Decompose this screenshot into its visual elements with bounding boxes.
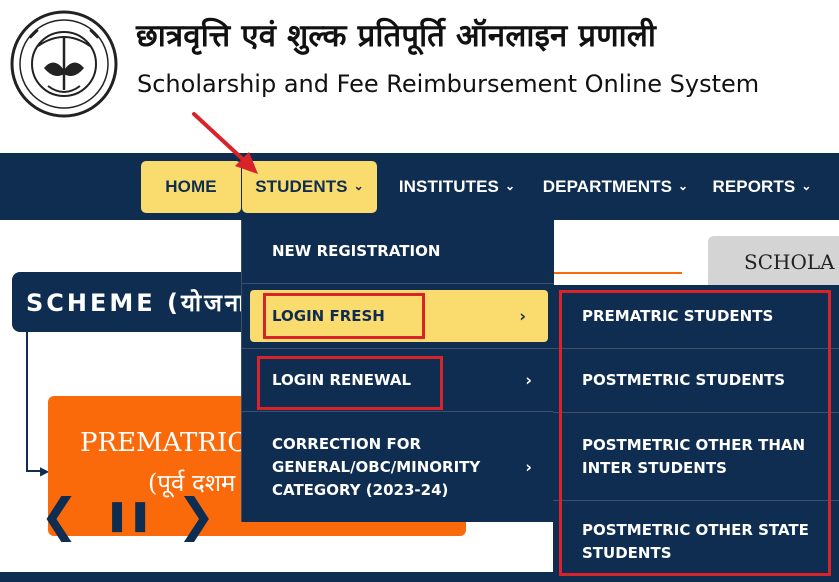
- menu-item-login-fresh[interactable]: LOGIN FRESH ›: [250, 290, 548, 342]
- main-navbar: HOME STUDENTS ⌄ INSTITUTES ⌄ DEPARTMENTS ⌄ …: [0, 153, 839, 220]
- chevron-right-icon: ›: [525, 370, 532, 390]
- menu-item-label: LOGIN RENEWAL: [272, 370, 412, 389]
- chevron-right-icon: ›: [525, 457, 532, 477]
- nav-students-label: STUDENTS: [255, 177, 348, 196]
- nav-reports[interactable]: REPORTS ⌄: [707, 161, 817, 213]
- submenu-item-label: POSTMETRIC STUDENTS: [582, 371, 786, 389]
- nav-departments-label: DEPARTMENTS: [542, 177, 673, 196]
- carousel-controls: ❮ ❚❚ ❯: [40, 490, 215, 540]
- nav-institutes-label: INSTITUTES: [398, 177, 499, 196]
- up-seal-icon: [10, 10, 118, 118]
- login-fresh-submenu: PREMATRIC STUDENTS POSTMETRIC STUDENTS P…: [553, 285, 839, 582]
- menu-item-label: CORRECTION FOR GENERAL/OBC/MINORITY CATE…: [272, 434, 481, 499]
- menu-item-category-correction[interactable]: CORRECTION FOR GENERAL/OBC/MINORITY CATE…: [242, 412, 554, 522]
- menu-item-login-renewal[interactable]: LOGIN RENEWAL ›: [242, 348, 554, 412]
- submenu-item-label: POSTMETRIC OTHER THAN INTER STUDENTS: [582, 435, 806, 477]
- connector-line: [552, 272, 682, 274]
- submenu-item-postmetric[interactable]: POSTMETRIC STUDENTS: [553, 349, 839, 413]
- menu-item-label: NEW REGISTRATION: [272, 242, 441, 260]
- submenu-item-label: POSTMETRIC OTHER STATE STUDENTS: [582, 520, 809, 562]
- chevron-right-icon: ›: [519, 306, 526, 326]
- nav-home[interactable]: HOME: [141, 161, 241, 213]
- page-title-english: Scholarship and Fee Reimbursement Online…: [137, 70, 760, 98]
- site-header: छात्रवृत्ति एवं शुल्क प्रतिपूर्ति ऑनलाइन…: [0, 0, 839, 152]
- chevron-down-icon: ⌄: [353, 179, 364, 193]
- connector-line: [26, 332, 28, 472]
- nav-home-label: HOME: [165, 177, 217, 196]
- page-title-hindi: छात्रवृत्ति एवं शुल्क प्रतिपूर्ति ऑनलाइन…: [136, 18, 657, 54]
- chevron-down-icon: ⌄: [505, 179, 516, 193]
- nav-students[interactable]: STUDENTS ⌄: [242, 161, 377, 213]
- menu-item-label: LOGIN FRESH: [272, 306, 385, 325]
- chevron-right-icon[interactable]: ❯: [177, 492, 216, 538]
- card-title: PREMATRIC: [80, 428, 248, 458]
- pause-icon[interactable]: ❚❚: [105, 498, 153, 533]
- menu-item-new-registration[interactable]: NEW REGISTRATION: [242, 220, 554, 284]
- submenu-item-postmetric-other-state[interactable]: POSTMETRIC OTHER STATE STUDENTS: [553, 501, 839, 582]
- submenu-item-postmetric-other-than-inter[interactable]: POSTMETRIC OTHER THAN INTER STUDENTS: [553, 413, 839, 501]
- nav-reports-label: REPORTS: [712, 177, 796, 196]
- nav-institutes[interactable]: INSTITUTES ⌄: [392, 161, 522, 213]
- chevron-left-icon[interactable]: ❮: [40, 492, 79, 538]
- submenu-item-prematric[interactable]: PREMATRIC STUDENTS: [553, 285, 839, 349]
- chevron-down-icon: ⌄: [678, 179, 689, 193]
- students-dropdown: NEW REGISTRATION LOGIN FRESH › LOGIN REN…: [241, 220, 554, 522]
- submenu-item-label: PREMATRIC STUDENTS: [582, 307, 774, 325]
- chevron-down-icon: ⌄: [801, 179, 812, 193]
- nav-departments[interactable]: DEPARTMENTS ⌄: [538, 161, 693, 213]
